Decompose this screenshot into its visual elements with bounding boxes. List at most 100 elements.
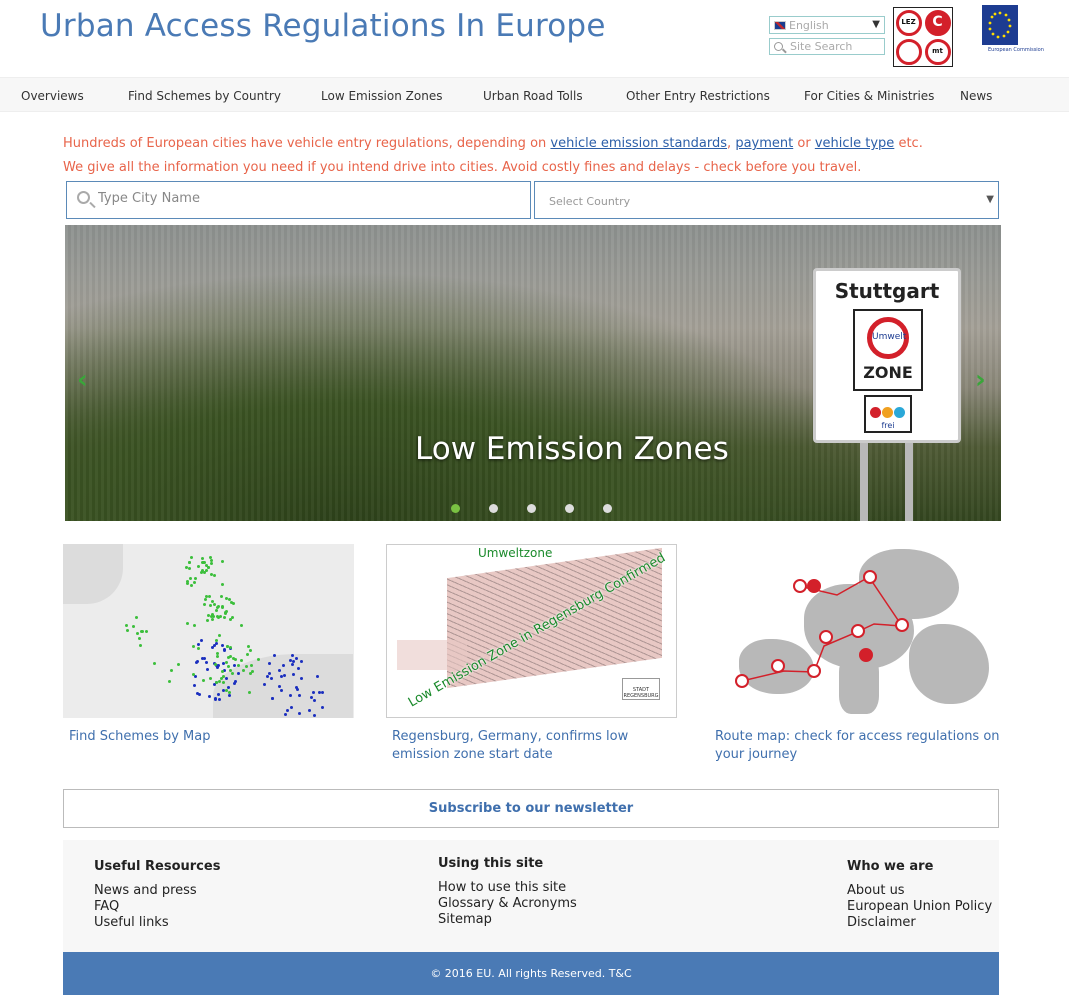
link-vehicle-emission-standards[interactable]: vehicle emission standards [550, 136, 727, 151]
scheme-point [230, 615, 234, 619]
scheme-point [242, 668, 246, 672]
carousel-dot[interactable] [489, 504, 498, 513]
scheme-point [145, 630, 149, 634]
scheme-point [185, 621, 189, 625]
scheme-point [153, 662, 157, 666]
scheme-point [226, 655, 230, 659]
footer-link-eu-policy[interactable]: European Union Policy [847, 899, 992, 915]
footer-link-news-press[interactable]: News and press [94, 883, 220, 899]
weight-limit-sign-icon: mt [923, 37, 952, 66]
footer-who-we-are: Who we are About us European Union Polic… [847, 859, 992, 931]
scheme-point [205, 568, 209, 572]
nav-item-urban-road-tolls[interactable]: Urban Road Tolls [483, 89, 583, 103]
language-select[interactable]: English ▼ [769, 16, 885, 34]
scheme-point [201, 556, 204, 560]
regulation-sign-icon [771, 659, 785, 673]
scheme-point [277, 685, 281, 689]
regulation-sign-icon [793, 579, 807, 593]
find-schemes-by-map-link[interactable]: Find Schemes by Map [69, 728, 359, 746]
link-vehicle-type[interactable]: vehicle type [815, 136, 894, 151]
scheme-point [247, 645, 251, 649]
umweltzone-label: Umweltzone [475, 546, 556, 560]
scheme-point [201, 561, 205, 565]
scheme-point [291, 672, 295, 676]
nav-item-low-emission-zones[interactable]: Low Emission Zones [321, 89, 442, 103]
country-select-placeholder: Select Country [549, 195, 631, 208]
footer-link-faq[interactable]: FAQ [94, 899, 220, 915]
scheme-point [298, 693, 302, 697]
scheme-point [201, 657, 205, 661]
carousel-next-icon[interactable]: › [975, 365, 986, 395]
hero-carousel[interactable]: Stuttgart Umwelt ZONE frei Low Emission … [65, 225, 1001, 521]
footer-link-disclaimer[interactable]: Disclaimer [847, 915, 992, 931]
scheme-point [221, 559, 225, 563]
chevron-down-icon: ▼ [872, 19, 880, 30]
footer: Useful Resources News and press FAQ Usef… [63, 840, 999, 953]
carousel-dot[interactable] [451, 504, 460, 513]
scheme-point [192, 645, 195, 649]
scheme-point [205, 618, 209, 622]
city-search-input[interactable] [98, 191, 518, 206]
link-payment[interactable]: payment [735, 136, 793, 151]
access-regulation-logo[interactable]: LEZ C mt [893, 7, 953, 67]
scheme-point [219, 614, 223, 618]
nav-item-other-entry-restrictions[interactable]: Other Entry Restrictions [626, 89, 770, 103]
city-search-box[interactable] [66, 181, 531, 219]
scheme-point [245, 664, 249, 668]
carousel-prev-icon[interactable]: ‹ [77, 365, 88, 395]
scheme-point [187, 567, 191, 571]
scheme-point [222, 615, 226, 619]
route-map-image[interactable] [709, 544, 1000, 718]
scheme-point [249, 649, 252, 653]
regulation-sign-icon [819, 630, 833, 644]
schemes-map-image[interactable] [63, 544, 354, 718]
nav-item-news[interactable]: News [960, 89, 992, 103]
european-commission-logo[interactable]: European Commission [969, 5, 1056, 67]
intro-line-1: Hundreds of European cities have vehicle… [63, 136, 923, 151]
footer-link-useful-links[interactable]: Useful links [94, 915, 220, 931]
scheme-point [320, 690, 324, 694]
subscribe-newsletter-button[interactable]: Subscribe to our newsletter [63, 789, 999, 828]
scheme-point [217, 633, 221, 637]
scheme-point [176, 663, 180, 667]
scheme-point [209, 558, 213, 562]
country-select[interactable]: Select Country ▼ [534, 181, 999, 219]
footer-link-sitemap[interactable]: Sitemap [438, 912, 577, 928]
footer-link-how-to-use[interactable]: How to use this site [438, 880, 577, 896]
scheme-point [220, 605, 224, 609]
carousel-dot[interactable] [565, 504, 574, 513]
nav-item-cities-ministries[interactable]: For Cities & Ministries [804, 89, 934, 103]
carousel-dot[interactable] [603, 504, 612, 513]
scheme-point [196, 643, 200, 647]
scheme-point [221, 644, 225, 648]
scheme-point [225, 660, 229, 664]
congestion-charge-icon: C [923, 8, 952, 37]
scheme-point [294, 685, 298, 689]
regensburg-news-link[interactable]: Regensburg, Germany, confirms low emissi… [392, 728, 682, 764]
scheme-point [190, 555, 194, 559]
nav-item-overviews[interactable]: Overviews [21, 89, 84, 103]
scheme-point [135, 615, 139, 619]
regulation-sign-icon [851, 624, 865, 638]
scheme-point [215, 609, 219, 613]
scheme-point [224, 611, 228, 615]
footer-link-about-us[interactable]: About us [847, 883, 992, 899]
site-search-input[interactable]: Site Search [769, 38, 885, 55]
scheme-point [279, 689, 283, 693]
uk-flag-icon [774, 21, 786, 30]
scheme-point [193, 684, 197, 688]
scheme-point [231, 671, 235, 675]
regensburg-zone-image[interactable]: Umweltzone Low Emission Zone in Regensbu… [386, 544, 677, 718]
copyright-bar[interactable]: © 2016 EU. All rights Reserved. T&C [63, 952, 999, 995]
scheme-point [236, 663, 240, 667]
site-title[interactable]: Urban Access Regulations In Europe [40, 8, 606, 44]
carousel-dot[interactable] [527, 504, 536, 513]
nav-item-find-schemes[interactable]: Find Schemes by Country [128, 89, 281, 103]
scheme-point [131, 624, 135, 628]
scheme-point [221, 670, 224, 674]
scheme-point [194, 675, 198, 679]
scheme-point [228, 645, 232, 649]
footer-link-glossary[interactable]: Glossary & Acronyms [438, 896, 577, 912]
route-map-link[interactable]: Route map: check for access regulations … [715, 728, 1005, 764]
scheme-point [223, 649, 227, 653]
